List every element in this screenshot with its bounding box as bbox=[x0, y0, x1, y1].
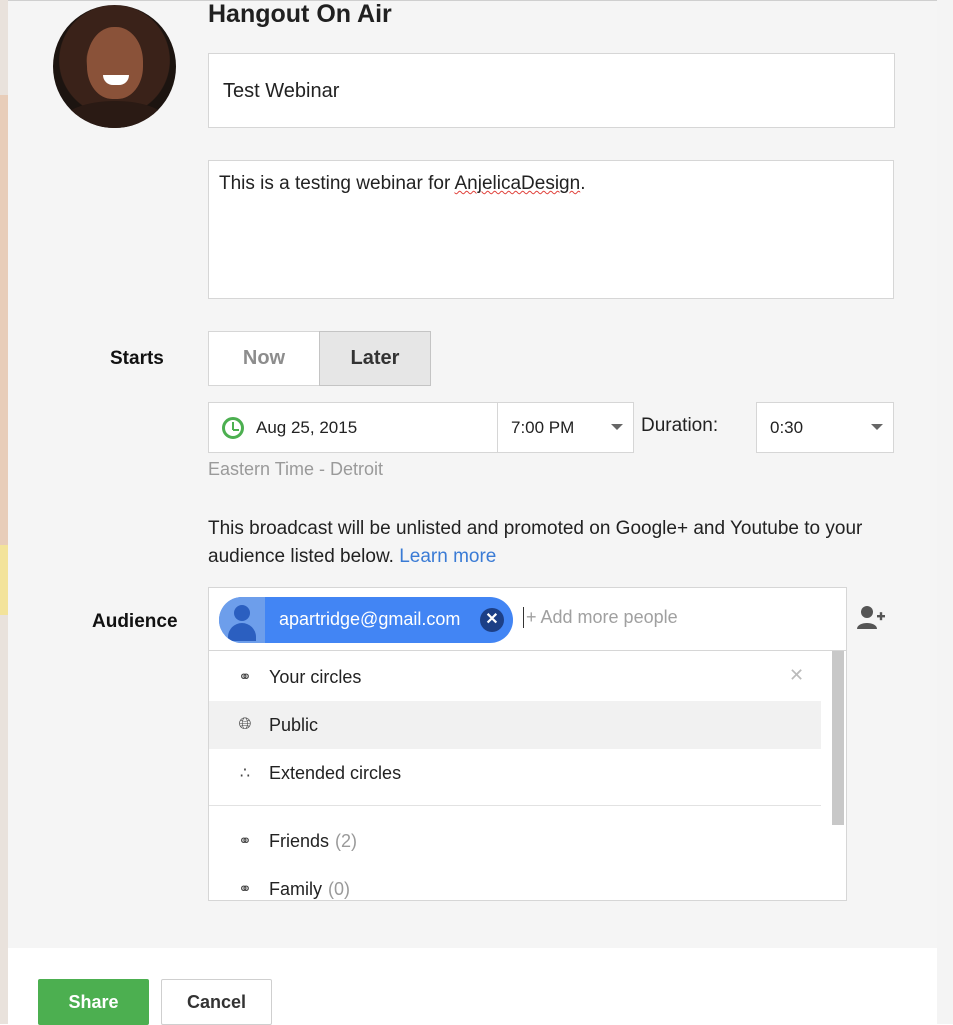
recipient-email: apartridge@gmail.com bbox=[279, 609, 461, 629]
audience-dropdown: ⚭ Your circles ✕ 🌐︎ Public ∴ Extended ci… bbox=[208, 650, 847, 901]
learn-more-link[interactable]: Learn more bbox=[399, 546, 496, 567]
dropdown-scrollbar[interactable] bbox=[832, 651, 844, 825]
notice-text: This broadcast will be unlisted and prom… bbox=[208, 518, 863, 567]
dialog-title: Hangout On Air bbox=[208, 0, 392, 28]
dropdown-item-family[interactable]: ⚭ Family (0) bbox=[209, 865, 821, 900]
globe-icon: 🌐︎ bbox=[238, 716, 252, 733]
starts-label: Starts bbox=[110, 348, 164, 369]
circles-icon: ⚭ bbox=[238, 881, 252, 898]
description-text: This is a testing webinar for bbox=[219, 173, 455, 194]
close-icon[interactable]: ✕ bbox=[789, 665, 804, 686]
background-page-left bbox=[0, 0, 8, 1024]
chevron-down-icon bbox=[871, 424, 883, 430]
date-value: Aug 25, 2015 bbox=[256, 417, 358, 437]
audience-input[interactable]: apartridge@gmail.com ✕ + Add more people bbox=[208, 587, 847, 651]
start-now-toggle[interactable]: Now bbox=[208, 331, 320, 386]
duration-value: 0:30 bbox=[770, 417, 804, 437]
divider bbox=[209, 805, 821, 806]
duration-select[interactable]: 0:30 bbox=[756, 402, 894, 453]
share-button[interactable]: Share bbox=[38, 979, 149, 1025]
time-select[interactable]: 7:00 PM bbox=[497, 402, 634, 453]
dropdown-item-extended-circles[interactable]: ∴ Extended circles bbox=[209, 749, 821, 797]
broadcast-notice: This broadcast will be unlisted and prom… bbox=[208, 515, 898, 571]
timezone-text: Eastern Time - Detroit bbox=[208, 459, 384, 479]
event-description-textarea[interactable]: This is a testing webinar for AnjelicaDe… bbox=[208, 160, 894, 299]
duration-label: Duration: bbox=[641, 415, 719, 436]
remove-recipient-icon[interactable]: ✕ bbox=[480, 608, 504, 632]
dropdown-item-public[interactable]: 🌐︎ Public bbox=[209, 701, 821, 749]
add-person-icon[interactable] bbox=[857, 604, 885, 630]
clock-icon bbox=[222, 416, 244, 439]
event-title-input[interactable]: Test Webinar bbox=[208, 53, 895, 128]
chevron-down-icon bbox=[611, 424, 623, 430]
date-picker[interactable]: Aug 25, 2015 bbox=[208, 402, 498, 453]
audience-label: Audience bbox=[92, 611, 178, 632]
cancel-button[interactable]: Cancel bbox=[161, 979, 272, 1025]
background-banner-strip bbox=[0, 545, 8, 615]
user-avatar bbox=[53, 5, 176, 128]
background-page-right bbox=[936, 0, 953, 1024]
start-later-toggle[interactable]: Later bbox=[319, 331, 431, 386]
circles-icon: ⚭ bbox=[238, 833, 252, 850]
description-end: . bbox=[580, 173, 586, 194]
dropdown-item-your-circles[interactable]: ⚭ Your circles bbox=[209, 653, 821, 701]
add-people-placeholder[interactable]: + Add more people bbox=[523, 607, 678, 628]
misspelled-word: AnjelicaDesign bbox=[454, 173, 581, 194]
dropdown-item-friends[interactable]: ⚭ Friends (2) bbox=[209, 817, 821, 865]
background-image-strip bbox=[0, 95, 8, 545]
person-icon bbox=[219, 597, 265, 643]
time-value: 7:00 PM bbox=[511, 417, 575, 437]
extended-circles-icon: ∴ bbox=[239, 765, 251, 782]
circles-icon: ⚭ bbox=[238, 669, 252, 686]
recipient-chip[interactable]: apartridge@gmail.com ✕ bbox=[219, 597, 513, 643]
